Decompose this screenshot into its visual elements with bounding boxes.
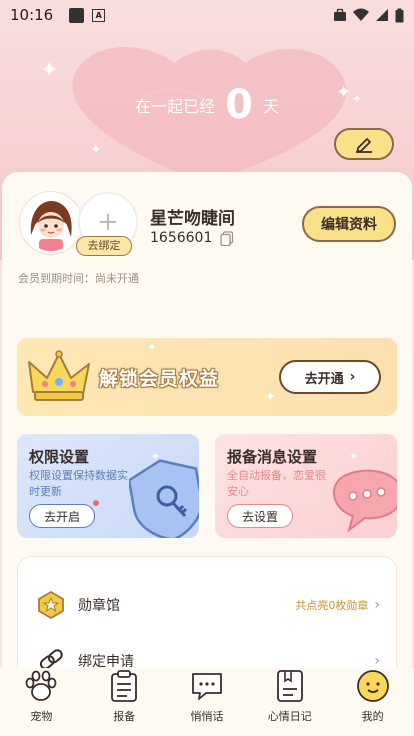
- together-suffix: 天: [262, 97, 279, 116]
- sparkle-icon: ✦: [349, 450, 359, 463]
- status-bar: 10:16 A: [0, 0, 414, 30]
- together-prefix: 在一起已经: [135, 97, 216, 116]
- tab-whisper[interactable]: 悄悄话: [166, 668, 249, 736]
- sparkle-icon: ✦: [90, 142, 102, 158]
- notification-icon: [69, 7, 85, 23]
- list-item-label: 勋章馆: [78, 598, 120, 614]
- enable-permissions-button[interactable]: 去开启: [29, 504, 95, 528]
- chevron-right-icon: ›: [374, 653, 380, 669]
- list-item[interactable]: 勋章馆 共点亮0枚勋章 ›: [18, 581, 398, 629]
- edit-profile-button[interactable]: 编辑资料: [302, 206, 396, 242]
- vip-banner-text: 解锁会员权益: [99, 368, 220, 390]
- tab-label: 心情日记: [267, 710, 312, 723]
- smile-face-icon: [355, 668, 391, 704]
- permission-settings-title: 权限设置: [29, 448, 90, 466]
- activate-vip-button[interactable]: 去开通 ›: [279, 360, 381, 394]
- sparkle-icon: ✦: [151, 450, 161, 463]
- tab-label: 报备: [113, 710, 136, 723]
- sparkle-icon: ✦: [147, 340, 158, 354]
- clipboard-icon: [106, 668, 142, 704]
- avatar[interactable]: [20, 192, 82, 254]
- chevron-right-icon: ›: [374, 597, 380, 613]
- profile-card: + 去绑定 星芒吻睫间 1656601 编辑资料 会员到期时间：尚未开通 ✦ ✦…: [2, 172, 412, 696]
- paw-icon: [23, 668, 59, 704]
- bottom-tab-bar: 宠物 报备 悄悄话 心情日记 我的: [0, 668, 414, 736]
- medal-count: 共点亮0枚勋章: [295, 599, 369, 612]
- tab-report[interactable]: 报备: [83, 668, 166, 736]
- nickname: 星芒吻睫间: [150, 209, 235, 229]
- report-settings-card[interactable]: ✦ 报备消息设置 全自动报备，恋爱很安心 去设置: [215, 434, 397, 538]
- report-settings-desc: 全自动报备，恋爱很安心: [227, 469, 326, 498]
- chevron-right-icon: ›: [349, 369, 356, 385]
- permission-settings-card[interactable]: ✦ 权限设置 权限设置保持数据实时更新 去开启: [17, 434, 199, 538]
- signal-icon: [376, 9, 388, 21]
- diary-icon: [272, 668, 308, 704]
- red-dot: [93, 500, 99, 506]
- sparkle-icon: ✦: [265, 390, 276, 405]
- member-expiry-text: 会员到期时间：尚未开通: [18, 272, 139, 285]
- medal-icon: [38, 590, 64, 620]
- bind-partner-button[interactable]: 去绑定: [76, 236, 132, 256]
- girl-avatar-icon: [23, 195, 79, 251]
- user-id: 1656601: [150, 230, 213, 246]
- list-item-value: 共点亮0枚勋章 ›: [295, 597, 380, 613]
- shield-key-icon: [129, 459, 199, 538]
- permission-settings-desc: 权限设置保持数据实时更新: [29, 469, 128, 498]
- report-settings-title: 报备消息设置: [227, 448, 318, 466]
- sparkle-icon: ✦: [40, 58, 59, 83]
- tab-mine[interactable]: 我的: [331, 668, 414, 736]
- together-days-banner: 在一起已经 0 天: [0, 82, 414, 128]
- tab-label: 悄悄话: [190, 710, 224, 723]
- status-time: 10:16: [10, 6, 54, 24]
- tab-label: 宠物: [30, 710, 53, 723]
- activate-vip-label: 去开通: [304, 371, 344, 387]
- together-days-count: 0: [225, 82, 253, 128]
- tab-pet[interactable]: 宠物: [0, 668, 83, 736]
- pencil-icon: [356, 138, 372, 153]
- briefcase-icon: [334, 8, 346, 21]
- wifi-icon: [353, 8, 369, 21]
- vip-banner[interactable]: ✦ ✦ 解锁会员权益 去开通 ›: [17, 338, 397, 416]
- plus-icon: +: [97, 207, 119, 237]
- user-id-row: 1656601: [150, 230, 234, 246]
- chat-icon: [189, 668, 225, 704]
- copy-icon[interactable]: [220, 230, 234, 246]
- crown-icon: [28, 350, 90, 401]
- tab-label: 我的: [361, 710, 384, 723]
- battery-icon: [395, 8, 404, 22]
- tab-diary[interactable]: 心情日记: [248, 668, 331, 736]
- configure-report-button[interactable]: 去设置: [227, 504, 293, 528]
- chat-bubble-icon: [332, 469, 397, 533]
- a-icon: A: [92, 8, 106, 22]
- list-item-value: ›: [374, 653, 380, 669]
- edit-background-button[interactable]: [334, 128, 394, 160]
